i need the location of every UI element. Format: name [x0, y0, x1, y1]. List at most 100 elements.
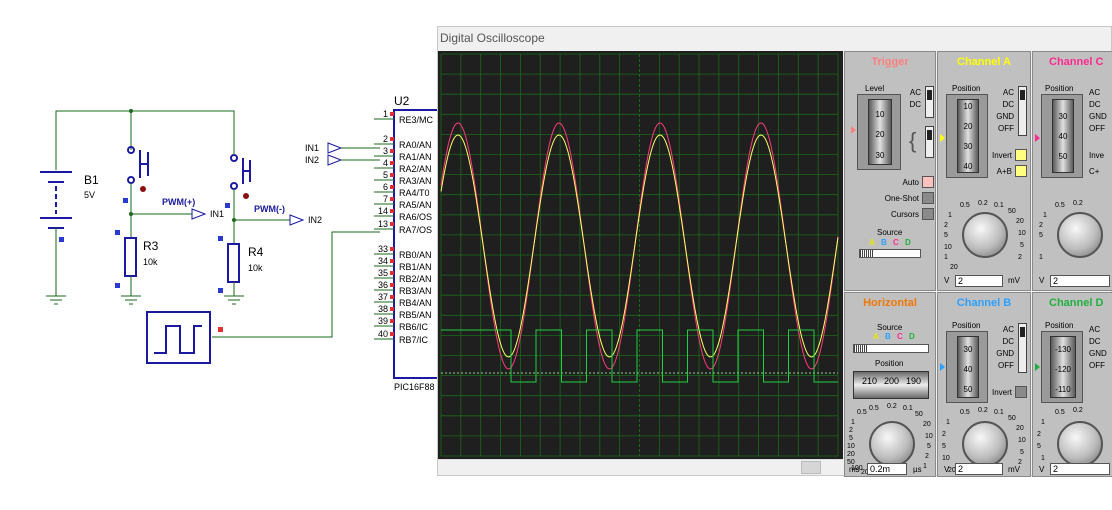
- mcu-pin-marker: [390, 222, 394, 226]
- battery-ref: B1: [84, 173, 99, 187]
- trigger-one-shot-label: One-Shot: [884, 194, 919, 203]
- channel-a-position-drum[interactable]: 10 20 30 40: [957, 99, 979, 173]
- channel-b-value-field[interactable]: 2: [955, 463, 1003, 475]
- channel-b-unit-v: V: [944, 465, 950, 474]
- channel-b-title: Channel B: [956, 297, 1012, 309]
- channel-a-invert-label: Invert: [991, 151, 1012, 160]
- channel-b-unit-mv: mV: [1008, 465, 1020, 474]
- pushbutton-sw1[interactable]: [123, 146, 149, 203]
- horizontal-value-field[interactable]: 0.2m: [867, 463, 907, 475]
- trigger-title: Trigger: [871, 56, 909, 68]
- channel-b-invert-label: Invert: [991, 388, 1012, 397]
- terminal-label-in1: IN1: [210, 209, 224, 219]
- channel-d-position-arrow-icon: [1035, 363, 1040, 371]
- resistor-r3[interactable]: [124, 237, 137, 277]
- mcu-pin-marker: [390, 137, 394, 141]
- channel-a-aplusb-button[interactable]: [1015, 165, 1027, 177]
- channel-b-coupling-switch[interactable]: [1018, 323, 1027, 373]
- trigger-level-label: Level: [865, 84, 885, 93]
- mcu-pin-number: 7: [383, 194, 388, 204]
- mcu-pin-name: RA7/OS: [399, 225, 432, 235]
- channel-a-title: Channel A: [957, 56, 1011, 68]
- channel-c-volts-div-knob[interactable]: [1057, 212, 1103, 258]
- mcu-pin-name: RE3/MC: [399, 115, 434, 125]
- terminal-in1[interactable]: [191, 208, 207, 220]
- channel-b-position-drum[interactable]: 30 40 50: [957, 336, 979, 398]
- mcu-pin-number: 1: [383, 109, 388, 119]
- trigger-level-drum[interactable]: 10 20 30: [868, 99, 892, 165]
- terminal-in2[interactable]: [289, 214, 305, 226]
- trigger-auto-button[interactable]: [922, 176, 934, 188]
- mcu-pin-marker: [390, 149, 394, 153]
- trigger-source-slider[interactable]: [859, 249, 921, 258]
- resistor-r4-value: 10k: [248, 263, 263, 273]
- channel-a-position-arrow-icon: [940, 134, 945, 142]
- trigger-cursors-label: Cursors: [890, 210, 919, 219]
- mcu-pin-marker: [390, 209, 394, 213]
- trigger-one-shot-button[interactable]: [922, 192, 934, 204]
- mcu-pin-marker: [390, 112, 394, 116]
- mcu-pins: 1 RE3/MC 2 RA0/AN 3 RA1/AN 4 RA2/AN 5 RA3/AN 6 RA4/…: [374, 109, 434, 345]
- pulse-generator[interactable]: [146, 311, 223, 364]
- channel-c-ac-label: AC: [1089, 88, 1101, 97]
- channel-a-invert-button[interactable]: [1015, 149, 1027, 161]
- channel-d-position-drum[interactable]: -130 -120 -110: [1050, 336, 1076, 398]
- mcu-pin-name: RB6/IC: [399, 322, 429, 332]
- channel-a-unit-mv: mV: [1008, 276, 1020, 285]
- trigger-level-arrow-icon: [851, 126, 856, 134]
- channel-c-position-arrow-icon: [1035, 134, 1040, 142]
- mcu-pin-name: RA1/AN: [399, 152, 432, 162]
- channel-a-position-frame: 10 20 30 40: [946, 94, 988, 178]
- channel-c-off-label: OFF: [1089, 124, 1105, 133]
- trigger-edge-switch[interactable]: [925, 126, 934, 158]
- horizontal-time-div-knob[interactable]: [869, 421, 915, 467]
- channel-a-position-label: Position: [952, 84, 981, 93]
- channel-a-dc-label: DC: [1002, 100, 1014, 109]
- trigger-source-label: Source: [877, 228, 903, 237]
- window-title: Digital Oscilloscope: [440, 31, 545, 45]
- mcu-pin-number: 36: [378, 280, 388, 290]
- ground-symbol-b1: [46, 295, 66, 305]
- channel-a-value-field[interactable]: 2: [955, 275, 1003, 287]
- scope-grid: [440, 53, 839, 457]
- mcu-pin-number: 6: [383, 182, 388, 192]
- mcu-pin-number: 13: [378, 219, 388, 229]
- channel-c-panel: Channel C Position 30 40 50 AC DC GND OF…: [1032, 51, 1112, 291]
- mcu-pin-number: 39: [378, 316, 388, 326]
- mcu-terminal-in2[interactable]: [327, 154, 343, 166]
- channel-d-title: Channel D: [1049, 297, 1104, 309]
- channel-a-coupling-switch[interactable]: [1018, 86, 1027, 136]
- screen-scrollbar[interactable]: [438, 459, 843, 474]
- mcu-terminal-in1[interactable]: [327, 142, 343, 154]
- scope-screen[interactable]: [438, 51, 843, 470]
- channel-d-ac-label: AC: [1089, 325, 1101, 334]
- mcu-pin-name: RB7/IC: [399, 335, 429, 345]
- horizontal-panel: Horizontal Source A B C D Position 210 2…: [844, 292, 936, 477]
- channel-c-value-field[interactable]: 2: [1050, 275, 1110, 287]
- channel-d-volts-div-knob[interactable]: [1057, 421, 1103, 467]
- terminal-label-in2: IN2: [308, 215, 322, 225]
- pushbutton-sw2[interactable]: [225, 154, 251, 208]
- scrollbar-thumb[interactable]: [801, 461, 821, 474]
- channel-b-invert-button[interactable]: [1015, 386, 1027, 398]
- channel-a-panel: Channel A Position 10 20 30 40 AC DC GND…: [937, 51, 1031, 291]
- oscilloscope-window[interactable]: Digital Oscilloscope Trigger Level 10 20…: [437, 26, 1112, 477]
- channel-d-value-field[interactable]: 2: [1050, 463, 1110, 475]
- horizontal-source-slider[interactable]: [853, 344, 929, 353]
- mcu-pin-marker: [390, 185, 394, 189]
- mcu-terminal-label-in2: IN2: [305, 155, 319, 165]
- channel-b-gnd-label: GND: [996, 349, 1014, 358]
- trigger-cursors-button[interactable]: [922, 208, 934, 220]
- mcu-pin-marker: [390, 319, 394, 323]
- channel-c-position-drum[interactable]: 30 40 50: [1052, 99, 1074, 173]
- resistor-r4[interactable]: [227, 243, 240, 283]
- channel-a-volts-div-knob[interactable]: [962, 212, 1008, 258]
- trigger-level-frame: 10 20 30: [857, 94, 901, 170]
- channel-d-position-frame: -130 -120 -110: [1041, 331, 1083, 403]
- trigger-coupling-switch[interactable]: [925, 86, 934, 118]
- horizontal-position-drum[interactable]: 210 200 190: [853, 371, 929, 399]
- channel-d-position-label: Position: [1045, 321, 1074, 330]
- channel-c-position-label: Position: [1045, 84, 1074, 93]
- channel-b-volts-div-knob[interactable]: [962, 421, 1008, 467]
- channel-b-dc-label: DC: [1002, 337, 1014, 346]
